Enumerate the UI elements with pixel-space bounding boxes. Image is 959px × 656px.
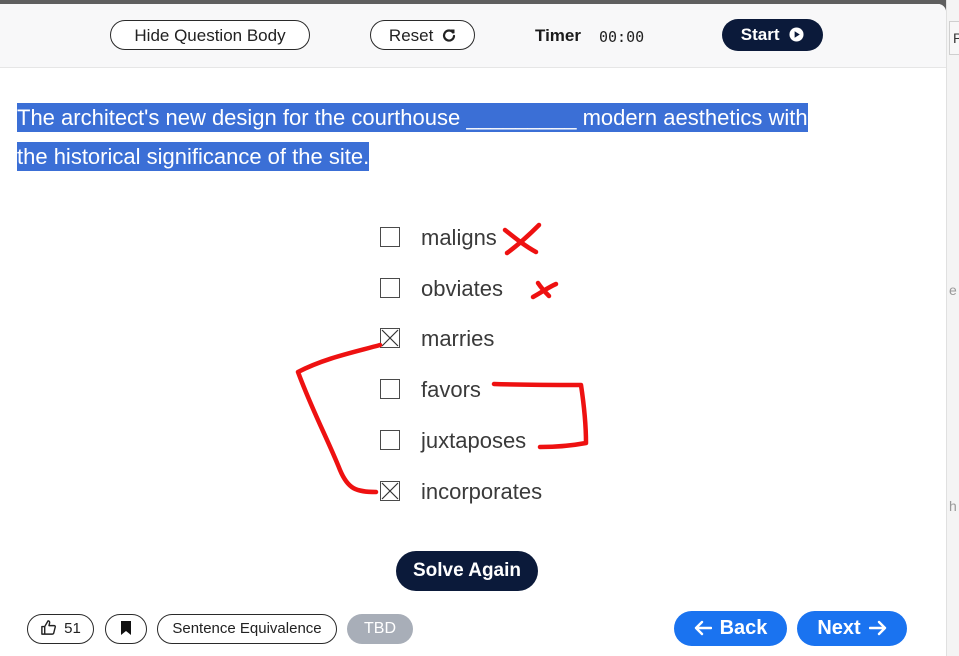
status-label: TBD [364,620,396,637]
status-badge: TBD [347,614,413,644]
adjacent-window-button[interactable]: P [949,21,959,55]
question-text: The architect's new design for the court… [17,98,907,176]
back-button[interactable]: Back [674,611,787,646]
timer-value: 00:00 [599,28,645,46]
like-count: 51 [64,620,81,637]
question-panel: Hide Question Body Reset Timer 00:00 Sta… [0,4,946,656]
checkbox[interactable] [380,379,400,399]
checkbox[interactable] [380,430,400,450]
bookmark-button[interactable] [105,614,147,644]
choice-label: maligns [421,225,497,250]
question-toolbar: Hide Question Body Reset Timer 00:00 Sta… [0,4,946,68]
adjacent-window-text: e [949,282,957,298]
reset-label: Reset [388,26,434,45]
like-button[interactable]: 51 [27,614,94,644]
arrow-left-icon [694,620,712,636]
checkbox-cross-icon [381,329,399,347]
refresh-icon [443,29,456,42]
checkbox-checked[interactable] [380,481,400,501]
choice-label: incorporates [421,479,543,504]
play-circle-icon [789,27,804,42]
bookmark-icon [121,621,131,635]
choice-label: marries [421,326,495,351]
checkbox[interactable] [380,227,400,247]
category-tag[interactable]: Sentence Equivalence [157,614,337,644]
next-button[interactable]: Next [797,611,907,646]
back-label: Back [719,617,768,639]
choice-label: juxtaposes [421,428,527,453]
reset-button[interactable]: Reset [370,20,475,50]
arrow-right-icon [868,620,886,636]
next-label: Next [817,617,861,639]
choice-label: obviates [421,276,503,301]
adjacent-window-edge: P e h [946,0,959,656]
adjacent-window-text: h [949,498,957,514]
start-button[interactable]: Start [722,19,823,51]
timer-label: Timer [535,26,581,45]
thumbs-up-icon [41,620,57,635]
question-line-1: The architect's new design for the court… [17,103,808,132]
category-label: Sentence Equivalence [172,620,322,637]
choice-label: favors [421,377,481,402]
question-line-2: the historical significance of the site. [17,142,370,171]
solve-again-button[interactable]: Solve Again [396,551,538,591]
checkbox[interactable] [380,278,400,298]
checkbox-checked[interactable] [380,328,400,348]
hide-question-body-label: Hide Question Body [134,26,286,45]
checkbox-cross-icon [381,482,399,500]
hide-question-body-button[interactable]: Hide Question Body [110,20,310,50]
start-label: Start [740,25,780,44]
